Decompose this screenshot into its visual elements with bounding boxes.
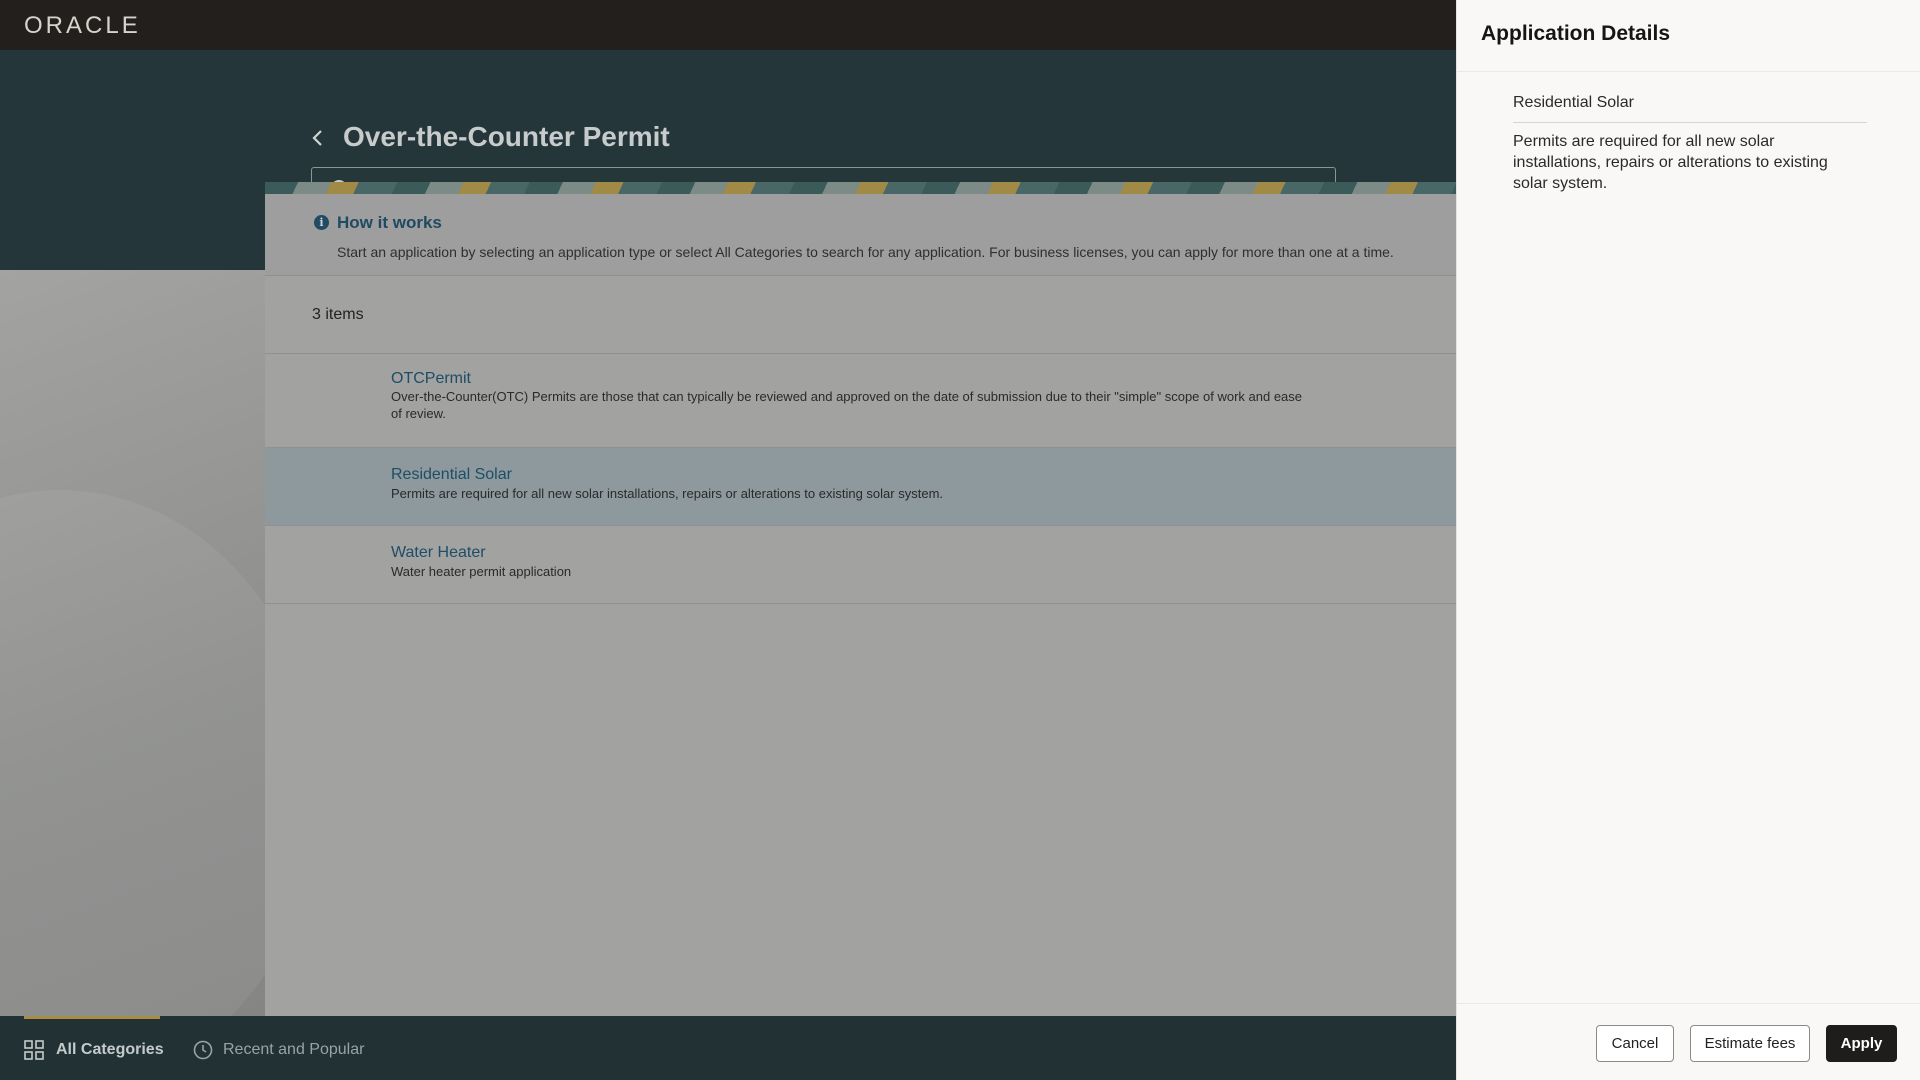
drawer-header: Application Details [1457,0,1920,72]
detail-name: Residential Solar [1513,94,1867,123]
list-item-name[interactable]: Residential Solar [391,466,512,484]
list-item-description: Permits are required for all new solar i… [391,486,944,501]
list-item-name[interactable]: OTCPermit [391,370,471,388]
list-item-description: Water heater permit application [391,564,572,579]
tab-label: All Categories [56,1041,164,1058]
back-button[interactable] [308,126,328,150]
main-content: i How it works Start an application by s… [265,194,1456,1016]
active-tab-indicator [24,1016,160,1019]
list-item-description: Over-the-Counter(OTC) Permits are those … [391,389,1303,421]
estimate-fees-button[interactable]: Estimate fees [1690,1025,1810,1062]
list-item-otcpermit[interactable]: OTCPermit Over-the-Counter(OTC) Permits … [265,354,1456,448]
tab-recent-and-popular[interactable]: Recent and Popular [193,1016,383,1080]
tab-label: Recent and Popular [223,1041,365,1058]
background-pattern [0,270,265,1016]
how-it-works-text: Start an application by selecting an app… [337,244,1394,260]
chevron-left-icon [312,130,322,146]
list-item-residential-solar[interactable]: Residential Solar Permits are required f… [265,448,1456,526]
list-item-water-heater[interactable]: Water Heater Water heater permit applica… [265,526,1456,604]
drawer-title: Application Details [1481,22,1671,45]
how-it-works-title: How it works [337,213,442,232]
detail-description: Permits are required for all new solar i… [1513,133,1828,192]
apply-button[interactable]: Apply [1826,1025,1897,1062]
grid-icon [24,1040,44,1060]
oracle-logo[interactable]: ORACLE [24,12,141,40]
bottom-nav: All Categories Recent and Popular [0,1016,1456,1080]
how-it-works-panel: i How it works Start an application by s… [265,194,1456,276]
cancel-button[interactable]: Cancel [1596,1025,1674,1062]
tab-all-categories[interactable]: All Categories [24,1016,164,1080]
decorative-banner [265,182,1456,194]
clock-icon [193,1040,213,1060]
page-title: Over-the-Counter Permit [343,121,670,152]
application-details-drawer: Application Details Residential Solar Pe… [1456,0,1920,1080]
drawer-footer: Cancel Estimate fees Apply [1457,1003,1920,1080]
list-item-name[interactable]: Water Heater [391,544,486,562]
items-count: 3 items [312,306,364,323]
info-icon: i [314,215,329,230]
